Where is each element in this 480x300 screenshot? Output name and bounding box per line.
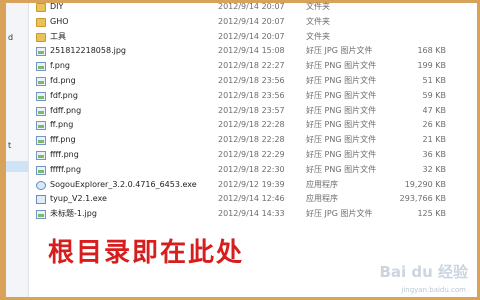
file-date: 2012/9/14 12:46 bbox=[218, 194, 285, 204]
file-type: 好压 JPG 图片文件 bbox=[306, 209, 373, 219]
file-row[interactable]: fd.png 2012/9/18 23:56 好压 PNG 图片文件 51 KB bbox=[28, 74, 474, 89]
file-type: 好压 PNG 图片文件 bbox=[306, 61, 377, 71]
file-date: 2012/9/18 23:57 bbox=[218, 105, 285, 115]
file-date: 2012/9/14 20:07 bbox=[218, 31, 285, 41]
file-type: 好压 PNG 图片文件 bbox=[306, 105, 377, 115]
file-size: 21 KB bbox=[422, 135, 446, 145]
file-name: fdff.png bbox=[50, 105, 82, 115]
navigation-pane[interactable]: d t bbox=[6, 3, 29, 297]
file-size: 125 KB bbox=[417, 209, 446, 219]
file-row[interactable]: tyup_V2.1.exe 2012/9/14 12:46 应用程序 293,766 … bbox=[28, 192, 474, 207]
file-row[interactable]: 251812218058.jpg 2012/9/14 15:08 好压 JPG 图片… bbox=[28, 44, 474, 59]
file-size: 293,766 KB bbox=[399, 194, 446, 204]
file-type: 应用程序 bbox=[306, 179, 338, 189]
file-date: 2012/9/18 22:30 bbox=[218, 164, 285, 174]
file-row[interactable]: 未标题-1.jpg 2012/9/14 14:33 好压 JPG 图片文件 125 K… bbox=[28, 207, 474, 222]
folder-icon bbox=[36, 3, 46, 12]
file-row[interactable]: SogouExplorer_3.2.0.4716_6453.exe 2012/9/… bbox=[28, 178, 474, 193]
file-type: 好压 PNG 图片文件 bbox=[306, 149, 377, 159]
file-date: 2012/9/18 22:28 bbox=[218, 120, 285, 130]
file-date: 2012/9/18 22:28 bbox=[218, 135, 285, 145]
file-size: 19,290 KB bbox=[404, 179, 446, 189]
file-name: 未标题-1.jpg bbox=[50, 209, 97, 219]
image-file-icon bbox=[36, 62, 46, 72]
folder-icon bbox=[36, 32, 46, 42]
file-row[interactable]: DIY 2012/9/14 20:07 文件夹 bbox=[28, 0, 474, 15]
file-type: 好压 PNG 图片文件 bbox=[306, 120, 377, 130]
file-name: fffff.png bbox=[50, 164, 82, 174]
file-row[interactable]: fdf.png 2012/9/18 23:56 好压 PNG 图片文件 59 KB bbox=[28, 89, 474, 104]
file-date: 2012/9/12 19:39 bbox=[218, 179, 285, 189]
file-type: 文件夹 bbox=[306, 2, 330, 11]
image-file-icon bbox=[36, 121, 46, 131]
file-size: 199 KB bbox=[417, 61, 446, 71]
file-date: 2012/9/14 14:33 bbox=[218, 209, 285, 219]
file-size: 59 KB bbox=[422, 90, 446, 100]
file-size: 32 KB bbox=[422, 164, 446, 174]
file-name: DIY bbox=[50, 2, 64, 11]
file-size: 36 KB bbox=[422, 149, 446, 159]
file-row[interactable]: fdff.png 2012/9/18 23:57 好压 PNG 图片文件 47 KB bbox=[28, 104, 474, 119]
file-name: 251812218058.jpg bbox=[50, 46, 126, 56]
file-name: ff.png bbox=[50, 120, 74, 130]
file-type: 好压 PNG 图片文件 bbox=[306, 164, 377, 174]
file-name: f.png bbox=[50, 61, 71, 71]
file-date: 2012/9/14 15:08 bbox=[218, 46, 285, 56]
file-name: GHO bbox=[50, 16, 69, 26]
image-file-icon bbox=[36, 106, 46, 116]
file-date: 2012/9/18 22:29 bbox=[218, 149, 285, 159]
image-file-icon bbox=[36, 136, 46, 146]
image-file-icon bbox=[36, 91, 46, 101]
image-file-icon bbox=[36, 165, 46, 175]
image-file-icon bbox=[36, 76, 46, 86]
file-type: 好压 PNG 图片文件 bbox=[306, 75, 377, 85]
file-name: 工具 bbox=[50, 31, 66, 41]
file-size: 26 KB bbox=[422, 120, 446, 130]
file-row[interactable]: f.png 2012/9/18 22:27 好压 PNG 图片文件 199 KB bbox=[28, 59, 474, 74]
nav-item-fragment[interactable]: t bbox=[8, 141, 11, 150]
folder-icon bbox=[36, 17, 46, 27]
file-row[interactable]: fff.png 2012/9/18 22:28 好压 PNG 图片文件 21 KB bbox=[28, 133, 474, 148]
file-list[interactable]: DIY 2012/9/14 20:07 文件夹 GHO 2012/9/14 20:07 文… bbox=[28, 0, 474, 222]
watermark-url: jingyan.baidu.com bbox=[401, 286, 466, 294]
file-type: 好压 JPG 图片文件 bbox=[306, 46, 373, 56]
file-size: 168 KB bbox=[417, 46, 446, 56]
image-file-icon bbox=[36, 150, 46, 160]
file-date: 2012/9/18 22:27 bbox=[218, 61, 285, 71]
annotation-text: 根目录即在此处 bbox=[48, 238, 245, 268]
file-name: fdf.png bbox=[50, 90, 78, 100]
file-type: 好压 PNG 图片文件 bbox=[306, 135, 377, 145]
file-name: SogouExplorer_3.2.0.4716_6453.exe bbox=[50, 179, 197, 189]
nav-selected-highlight bbox=[6, 161, 28, 172]
file-type: 好压 PNG 图片文件 bbox=[306, 90, 377, 100]
file-row[interactable]: fffff.png 2012/9/18 22:30 好压 PNG 图片文件 32 KB bbox=[28, 163, 474, 178]
file-size: 47 KB bbox=[422, 105, 446, 115]
file-date: 2012/9/18 23:56 bbox=[218, 75, 285, 85]
file-row[interactable]: ff.png 2012/9/18 22:28 好压 PNG 图片文件 26 KB bbox=[28, 118, 474, 133]
file-date: 2012/9/14 20:07 bbox=[218, 16, 285, 26]
file-name: fd.png bbox=[50, 75, 76, 85]
application-icon bbox=[36, 180, 46, 190]
file-name: tyup_V2.1.exe bbox=[50, 194, 107, 204]
file-type: 应用程序 bbox=[306, 194, 338, 204]
file-name: fff.png bbox=[50, 135, 76, 145]
file-name: ffff.png bbox=[50, 149, 79, 159]
file-date: 2012/9/18 23:56 bbox=[218, 90, 285, 100]
file-size: 51 KB bbox=[422, 75, 446, 85]
file-date: 2012/9/14 20:07 bbox=[218, 2, 285, 11]
file-row[interactable]: 工具 2012/9/14 20:07 文件夹 bbox=[28, 30, 474, 45]
image-file-icon bbox=[36, 47, 46, 57]
file-type: 文件夹 bbox=[306, 31, 330, 41]
application-icon bbox=[36, 195, 46, 205]
image-file-icon bbox=[36, 210, 46, 220]
file-type: 文件夹 bbox=[306, 16, 330, 26]
file-row[interactable]: GHO 2012/9/14 20:07 文件夹 bbox=[28, 15, 474, 30]
baidu-watermark: Bai du 经验 bbox=[379, 263, 468, 281]
nav-item-fragment[interactable]: d bbox=[8, 33, 13, 42]
file-row[interactable]: ffff.png 2012/9/18 22:29 好压 PNG 图片文件 36 KB bbox=[28, 148, 474, 163]
